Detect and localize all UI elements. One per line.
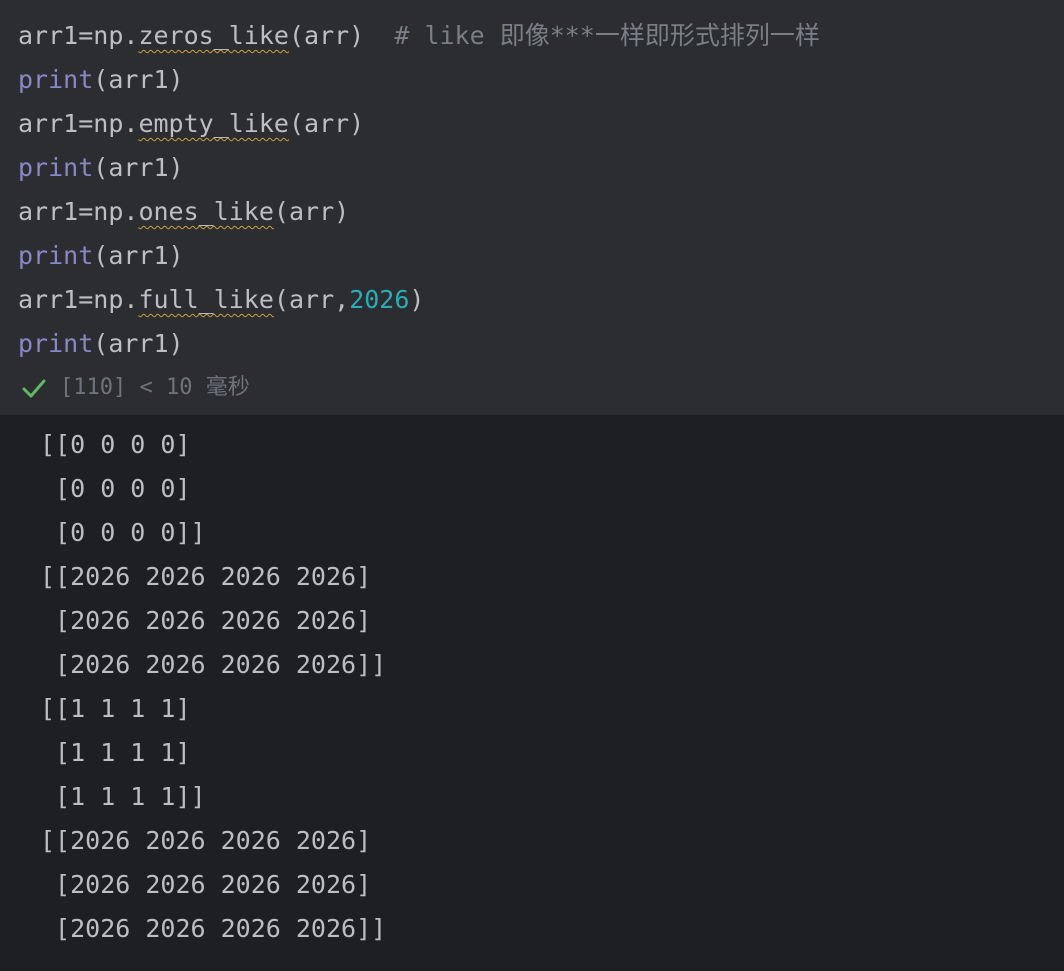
execution-status: [110] < 10 毫秒 bbox=[18, 368, 1064, 408]
output-line: [[2026 2026 2026 2026] bbox=[40, 562, 372, 591]
code-paren: ( bbox=[273, 285, 289, 314]
code-module: np. bbox=[93, 285, 139, 314]
code-paren: ) bbox=[349, 21, 365, 50]
code-operator: = bbox=[78, 197, 94, 226]
code-args: (arr1) bbox=[93, 65, 184, 94]
code-number: 2026 bbox=[349, 285, 410, 314]
code-function[interactable]: zeros_like bbox=[138, 21, 289, 50]
code-line[interactable]: print(arr1) bbox=[18, 146, 1064, 190]
code-builtin-print: print bbox=[18, 329, 94, 358]
output-line: [0 0 0 0] bbox=[40, 474, 191, 503]
code-var: arr1 bbox=[18, 285, 79, 314]
output-line: [2026 2026 2026 2026] bbox=[40, 606, 372, 635]
code-args: (arr1) bbox=[93, 241, 184, 270]
output-line: [2026 2026 2026 2026] bbox=[40, 870, 372, 899]
code-operator: = bbox=[78, 21, 94, 50]
code-cell-input[interactable]: arr1=np.zeros_like(arr) # like 即像***一样即形… bbox=[0, 0, 1064, 415]
code-operator: = bbox=[78, 109, 94, 138]
code-builtin-print: print bbox=[18, 241, 94, 270]
code-arg: arr, bbox=[288, 285, 350, 314]
cell-output: [[0 0 0 0] [0 0 0 0] [0 0 0 0]] [[2026 2… bbox=[0, 415, 1064, 951]
code-function[interactable]: empty_like bbox=[138, 109, 289, 138]
code-var: arr1 bbox=[18, 21, 79, 50]
check-icon bbox=[22, 379, 46, 398]
code-line[interactable]: arr1=np.zeros_like(arr) # like 即像***一样即形… bbox=[18, 14, 1064, 58]
code-paren: ) bbox=[334, 197, 350, 226]
code-paren: ) bbox=[409, 285, 425, 314]
output-line: [0 0 0 0]] bbox=[40, 518, 206, 547]
code-function[interactable]: full_like bbox=[138, 285, 273, 314]
code-args: (arr1) bbox=[93, 329, 184, 358]
code-module: np. bbox=[93, 197, 139, 226]
output-line: [2026 2026 2026 2026]] bbox=[40, 650, 387, 679]
output-line: [[1 1 1 1] bbox=[40, 694, 191, 723]
code-line[interactable]: print(arr1) bbox=[18, 234, 1064, 278]
code-var: arr1 bbox=[18, 109, 79, 138]
code-paren: ( bbox=[288, 21, 305, 50]
code-paren: ( bbox=[273, 197, 289, 226]
code-line[interactable]: print(arr1) bbox=[18, 322, 1064, 366]
code-line[interactable]: print(arr1) bbox=[18, 58, 1064, 102]
code-line[interactable]: arr1=np.full_like(arr,2026) bbox=[18, 278, 1064, 322]
code-module: np. bbox=[93, 109, 139, 138]
code-paren: ( bbox=[288, 109, 305, 138]
output-line: [[2026 2026 2026 2026] bbox=[40, 826, 372, 855]
code-line[interactable]: arr1=np.ones_like(arr) bbox=[18, 190, 1064, 234]
code-module: np. bbox=[93, 21, 139, 50]
code-comment: # like 即像***一样即形式排列一样 bbox=[364, 21, 820, 50]
code-arg: arr bbox=[304, 21, 350, 50]
code-function[interactable]: ones_like bbox=[138, 197, 273, 226]
output-line: [1 1 1 1] bbox=[40, 738, 191, 767]
code-line[interactable]: arr1=np.empty_like(arr) bbox=[18, 102, 1064, 146]
code-arg: arr bbox=[304, 109, 350, 138]
code-arg: arr bbox=[288, 197, 335, 226]
code-operator: = bbox=[78, 285, 94, 314]
code-paren: ) bbox=[349, 109, 365, 138]
execution-status-text: [110] < 10 毫秒 bbox=[60, 375, 250, 400]
output-line: [2026 2026 2026 2026]] bbox=[40, 914, 387, 943]
code-builtin-print: print bbox=[18, 153, 94, 182]
code-var: arr1 bbox=[18, 197, 79, 226]
output-line: [1 1 1 1]] bbox=[40, 782, 206, 811]
output-line: [[0 0 0 0] bbox=[40, 430, 191, 459]
code-builtin-print: print bbox=[18, 65, 94, 94]
code-args: (arr1) bbox=[93, 153, 184, 182]
